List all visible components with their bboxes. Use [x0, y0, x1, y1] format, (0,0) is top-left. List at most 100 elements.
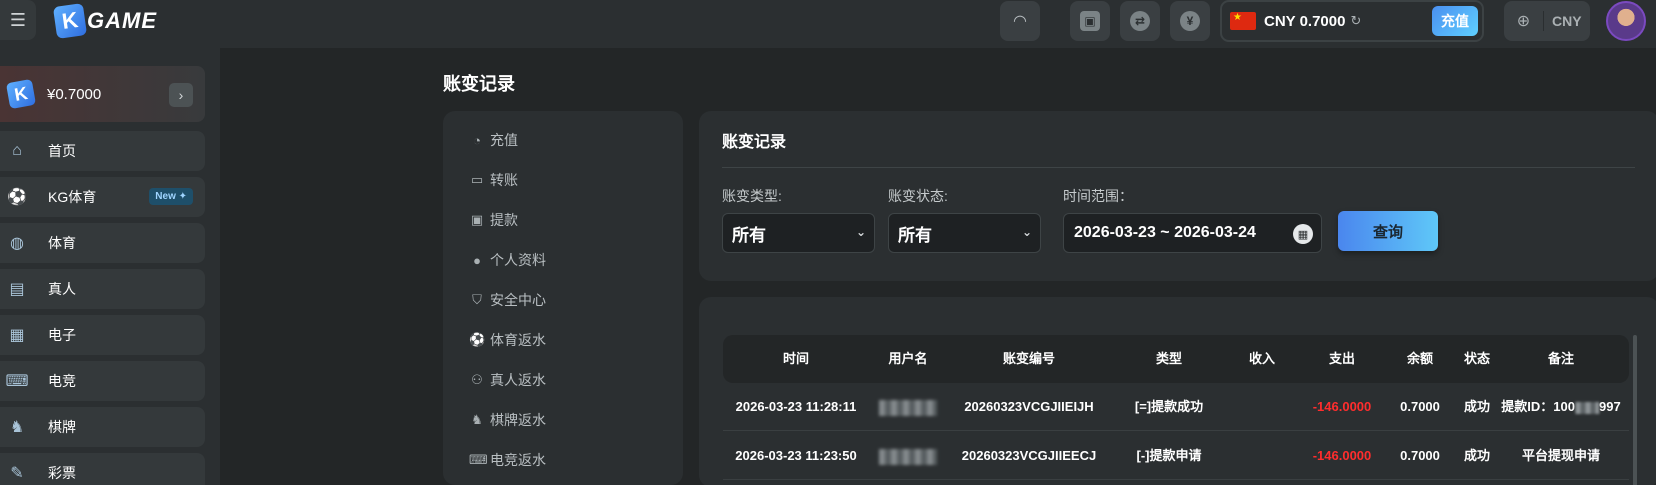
column-header: 时间	[782, 351, 810, 366]
sub-menu-item-security[interactable]: ⛉ 安全中心	[469, 289, 546, 311]
sub-menu-item-transfer[interactable]: ▭ 转账	[469, 169, 518, 191]
column-header: 收入	[1248, 351, 1276, 366]
date-range-input[interactable]: 2026-03-23 ~ 2026-03-24 ▦	[1063, 213, 1322, 253]
sidebar-item-slots[interactable]: ▦ 电子	[0, 315, 205, 355]
cell-expense: -146.0000	[1312, 399, 1372, 414]
sidebar-item-lottery[interactable]: ✎ 彩票	[0, 453, 205, 485]
wallet-amount: ¥0.7000	[47, 85, 102, 103]
vip-icon[interactable]: ¥	[1170, 1, 1210, 41]
sub-menu-item-sports-rebate[interactable]: ⚽ 体育返水	[469, 329, 546, 351]
sub-menu-label: 真人返水	[490, 372, 546, 388]
cell-balance: 0.7000	[1400, 399, 1440, 414]
language-selector[interactable]: ⊕ CNY	[1504, 1, 1590, 41]
type-select[interactable]: 所有 ⌄	[722, 213, 875, 253]
chevron-down-icon: ⌄	[1021, 225, 1032, 239]
cell-status: 成功	[1463, 399, 1491, 414]
redacted-id	[1575, 401, 1599, 414]
sub-menu-label: 体育返水	[490, 332, 546, 348]
piggy-icon: ◔	[473, 132, 481, 148]
table-row: 2026-03-23 11:28:11 20260323VCGJIIEIJH […	[723, 383, 1629, 431]
records-table: 时间 用户名 账变编号 类型 收入 支出 余额 状态 备注 2026-03-23…	[699, 297, 1656, 485]
cards-icon: ▤	[9, 281, 25, 298]
cell-username	[879, 383, 937, 431]
filter-panel: 账变记录 账变类型: 所有 ⌄ 账变状态: 所有 ⌄ 时间范围： 2026-03…	[699, 111, 1656, 281]
people-icon: ⚇	[471, 372, 483, 387]
logo-text: GAME	[87, 8, 157, 33]
transfer-icon: ▭	[470, 172, 484, 187]
swap-icon[interactable]: ⇄	[1120, 1, 1160, 41]
sidebar-item-label: 首页	[48, 143, 76, 159]
chevron-down-icon: ⌄	[855, 225, 866, 239]
note-prefix: 提款ID：100	[1501, 399, 1575, 414]
calendar-icon[interactable]: ▦	[1293, 224, 1313, 244]
sidebar-item-kg-sports[interactable]: ⚽ KG体育 New ✦	[0, 177, 205, 217]
cell-type: [=]提款成功	[1134, 399, 1204, 414]
chevron-right-icon[interactable]: ›	[169, 83, 193, 107]
page-title: 账变记录	[443, 74, 515, 94]
cell-note: 提款ID：100 997	[1501, 383, 1620, 431]
sub-menu-item-live-rebate[interactable]: ⚇ 真人返水	[469, 369, 546, 391]
table-scrollbar[interactable]	[1633, 335, 1637, 485]
cell-status: 成功	[1463, 448, 1491, 463]
sidebar-item-label: 棋牌	[48, 419, 76, 435]
redacted-username	[879, 448, 937, 465]
sub-menu-item-withdraw[interactable]: ▣ 提款	[469, 209, 518, 231]
sidebar-item-chess[interactable]: ♞ 棋牌	[0, 407, 205, 447]
sub-menu-label: 棋牌返水	[490, 412, 546, 428]
sub-menu-item-chess-rebate[interactable]: ♞ 棋牌返水	[469, 409, 546, 431]
account-sub-menu: ◔ 充值 ▭ 转账 ▣ 提款 ● 个人资料 ⛉ 安全中心 ⚽ 体育返水 ⚇ 真人…	[443, 111, 683, 485]
recharge-button[interactable]: 充值	[1432, 6, 1478, 36]
china-flag-icon	[1230, 12, 1256, 30]
chess-icon: ♞	[471, 412, 483, 427]
logo-mark: K	[52, 3, 88, 39]
sub-menu-label: 转账	[490, 172, 518, 188]
cell-order: 20260323VCGJIIEECJ	[961, 448, 1097, 463]
sidebar-item-esports[interactable]: ⌨ 电竞	[0, 361, 205, 401]
sidebar-item-sports[interactable]: ◍ 体育	[0, 223, 205, 263]
sidebar-item-label: 彩票	[48, 465, 76, 481]
basketball-icon: ◍	[10, 235, 24, 252]
wallet-card[interactable]: K ¥0.7000 ›	[0, 66, 205, 122]
globe-icon: ⊕	[1504, 11, 1544, 31]
balance-box: CNY 0.7000 ↻ 充值	[1220, 0, 1484, 42]
ticket-icon: ✎	[10, 465, 24, 482]
cell-time: 2026-03-23 11:28:11	[735, 399, 857, 414]
sub-menu-item-recharge[interactable]: ◔ 充值	[469, 129, 518, 151]
chess-icon: ♞	[9, 419, 25, 436]
wallet-logo-icon: K	[5, 78, 37, 110]
sub-menu-item-esports-rebate[interactable]: ⌨ 电竞返水	[469, 449, 546, 471]
cell-note: 平台提现申请	[1521, 448, 1601, 463]
cell-time: 2026-03-23 11:23:50	[735, 448, 857, 463]
cell-order: 20260323VCGJIIEIJH	[964, 399, 1094, 414]
sub-menu-item-profile[interactable]: ● 个人资料	[469, 249, 546, 271]
column-header: 用户名	[888, 351, 928, 366]
sub-menu-label: 充值	[490, 132, 518, 148]
sidebar-item-live[interactable]: ▤ 真人	[0, 269, 205, 309]
avatar[interactable]	[1606, 1, 1646, 41]
currency-balance: CNY 0.7000	[1264, 12, 1346, 30]
user-icon: ●	[473, 252, 481, 268]
wallet-icon[interactable]: ▣	[1070, 1, 1110, 41]
menu-icon[interactable]: ☰	[0, 0, 36, 40]
sidebar-item-home[interactable]: ⌂ 首页	[0, 131, 205, 171]
column-header: 备注	[1547, 351, 1575, 366]
redacted-username	[879, 399, 937, 416]
sidebar-item-label: 电子	[48, 327, 76, 343]
sidebar-item-label: 真人	[48, 281, 76, 297]
logo[interactable]: K GAME	[52, 3, 157, 39]
refresh-icon[interactable]: ↻	[1350, 13, 1361, 29]
signal-icon[interactable]: ◠	[1000, 1, 1040, 41]
table-header: 时间 用户名 账变编号 类型 收入 支出 余额 状态 备注	[723, 335, 1629, 383]
table-row: 2026-03-23 11:23:50 20260323VCGJIIEECJ […	[723, 432, 1629, 480]
note-suffix: 997	[1599, 399, 1621, 414]
query-button[interactable]: 查询	[1338, 211, 1438, 251]
sub-menu-label: 提款	[490, 212, 518, 228]
divider	[722, 167, 1635, 168]
language-label: CNY	[1552, 13, 1582, 29]
home-icon: ⌂	[12, 142, 22, 159]
status-label: 账变状态:	[888, 188, 948, 204]
shield-icon: ⛉	[472, 292, 482, 307]
cell-username	[879, 432, 937, 480]
status-select[interactable]: 所有 ⌄	[888, 213, 1041, 253]
sub-menu-label: 个人资料	[490, 252, 546, 268]
